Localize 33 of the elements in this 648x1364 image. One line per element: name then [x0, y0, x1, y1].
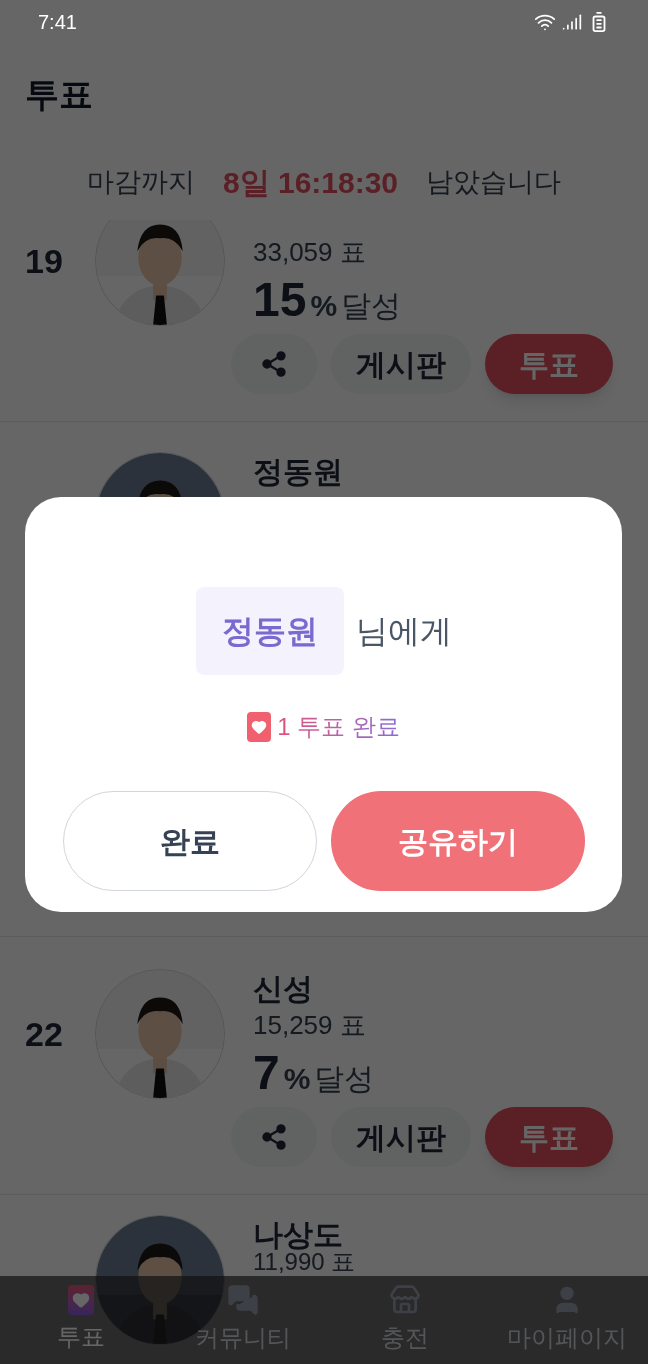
recipient-name: 정동원 [195, 587, 344, 675]
chat-bubbles-icon [227, 1284, 259, 1316]
share-icon [260, 1123, 288, 1151]
achieved-label: 달성 [314, 1061, 375, 1097]
achieved-label: 달성 [341, 288, 402, 324]
rank-number: 22 [25, 1013, 63, 1055]
countdown-suffix: 남았습니다 [426, 165, 562, 199]
vote-button[interactable]: 투표 [485, 1107, 613, 1167]
board-button[interactable]: 게시판 [331, 334, 471, 394]
store-icon [389, 1284, 421, 1316]
candidate-name: 신성 [253, 972, 313, 1005]
page-title: 투표 [25, 73, 93, 115]
vote-count: 11,990 표 [253, 1249, 356, 1274]
share-button[interactable]: 공유하기 [330, 791, 585, 891]
vote-button[interactable]: 투표 [485, 334, 613, 394]
countdown-time: 8일 16:18:30 [222, 164, 399, 201]
board-button[interactable]: 게시판 [331, 1107, 471, 1167]
percent-value: 15 [253, 274, 307, 326]
countdown-prefix: 마감까지 [86, 165, 195, 199]
candidate-name: 정동원 [253, 454, 343, 490]
candidate-name: 나상도 [253, 1218, 343, 1251]
percent-sign: % [283, 1061, 311, 1097]
status-time: 7:41 [38, 10, 77, 35]
percent-sign: % [310, 288, 338, 324]
signal-icon [562, 12, 582, 32]
done-button[interactable]: 완료 [62, 791, 317, 891]
vote-count: 15,259 표 [253, 1009, 367, 1041]
heart-card-icon [68, 1285, 94, 1315]
percent-value: 7 [253, 1047, 280, 1099]
rank-number: 19 [25, 240, 63, 282]
vote-count: 33,059 표 [253, 236, 367, 268]
share-icon [260, 350, 288, 378]
recipient-suffix: 님에게 [355, 612, 452, 651]
